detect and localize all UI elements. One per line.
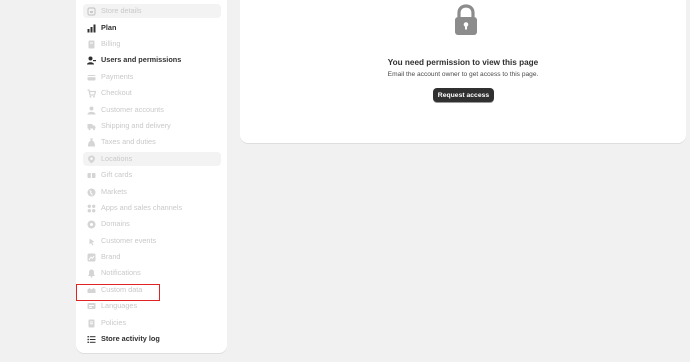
sidebar-item-label: Billing xyxy=(101,39,121,49)
sidebar-item-store-activity-log[interactable]: Store activity log xyxy=(83,332,221,346)
cursor-icon xyxy=(87,237,96,246)
sidebar-item-markets[interactable]: Markets xyxy=(83,185,221,199)
bell-icon xyxy=(87,269,96,278)
sidebar-item-policies[interactable]: Policies xyxy=(83,316,221,330)
sidebar-item-checkout[interactable]: Checkout xyxy=(83,86,221,100)
sidebar-item-shipping-and-delivery[interactable]: Shipping and delivery xyxy=(83,119,221,133)
sidebar-item-label: Users and permissions xyxy=(101,55,182,65)
sidebar-item-customer-events[interactable]: Customer events xyxy=(83,234,221,248)
sidebar-item-label: Policies xyxy=(101,318,127,328)
sidebar-item-label: Markets xyxy=(101,187,127,197)
sidebar-item-label: Customer accounts xyxy=(101,105,164,115)
sidebar-item-label: Locations xyxy=(101,154,133,164)
sidebar-item-label: Customer events xyxy=(101,236,157,246)
sidebar-item-label: Apps and sales channels xyxy=(101,203,183,213)
plan-icon xyxy=(87,24,96,33)
person-icon xyxy=(87,106,96,115)
lock-icon xyxy=(455,4,477,35)
sidebar-item-plan[interactable]: Plan xyxy=(83,21,221,35)
sidebar-item-brand[interactable]: Brand xyxy=(83,250,221,264)
sidebar-item-languages[interactable]: Languages xyxy=(83,299,221,313)
payments-icon xyxy=(87,73,96,82)
apps-icon xyxy=(87,204,96,213)
language-icon xyxy=(87,302,96,311)
globe-icon xyxy=(87,188,96,197)
request-access-button[interactable]: Request access xyxy=(433,88,494,102)
sidebar-item-label: Shipping and delivery xyxy=(101,121,171,131)
domain-icon xyxy=(87,220,96,229)
sidebar-item-apps-and-sales-channels[interactable]: Apps and sales channels xyxy=(83,201,221,215)
tax-icon xyxy=(87,138,96,147)
sidebar-item-users-and-permissions[interactable]: Users and permissions xyxy=(83,53,221,67)
sidebar-item-taxes-and-duties[interactable]: Taxes and duties xyxy=(83,135,221,149)
sidebar-item-label: Payments xyxy=(101,72,134,82)
list-icon xyxy=(87,335,96,344)
cart-icon xyxy=(87,88,96,98)
sidebar-item-notifications[interactable]: Notifications xyxy=(83,266,221,280)
sidebar-item-label: Taxes and duties xyxy=(101,137,156,147)
sidebar-item-label: Notifications xyxy=(101,268,141,278)
sidebar-item-label: Languages xyxy=(101,301,138,311)
gift-card-icon xyxy=(87,171,96,180)
sidebar-item-billing[interactable]: Billing xyxy=(83,37,221,51)
sidebar-item-label: Store details xyxy=(101,6,142,16)
sidebar-item-payments[interactable]: Payments xyxy=(83,70,221,84)
sidebar-item-store-details[interactable]: Store details xyxy=(83,4,221,18)
sidebar-item-label: Gift cards xyxy=(101,170,133,180)
sidebar-item-locations[interactable]: Locations xyxy=(83,152,221,166)
sidebar-item-customer-accounts[interactable]: Customer accounts xyxy=(83,103,221,117)
brand-icon xyxy=(87,253,96,262)
permission-subtitle: Email the account owner to get access to… xyxy=(387,71,539,78)
sidebar-item-label: Brand xyxy=(101,252,121,262)
sidebar-item-label: Store activity log xyxy=(101,334,160,344)
custom-data-highlight-box xyxy=(76,284,160,301)
sidebar-item-label: Checkout xyxy=(101,88,132,98)
location-icon xyxy=(87,155,96,164)
sidebar-item-label: Plan xyxy=(101,23,117,33)
users-icon xyxy=(87,56,96,65)
permission-title: You need permission to view this page xyxy=(387,58,539,67)
truck-icon xyxy=(87,122,96,131)
policy-icon xyxy=(87,319,96,328)
sidebar-item-domains[interactable]: Domains xyxy=(83,217,221,231)
billing-icon xyxy=(87,40,96,49)
store-icon xyxy=(87,6,96,16)
permission-card: You need permission to view this page Em… xyxy=(240,0,686,143)
sidebar-item-label: Domains xyxy=(101,219,130,229)
sidebar-item-gift-cards[interactable]: Gift cards xyxy=(83,168,221,182)
